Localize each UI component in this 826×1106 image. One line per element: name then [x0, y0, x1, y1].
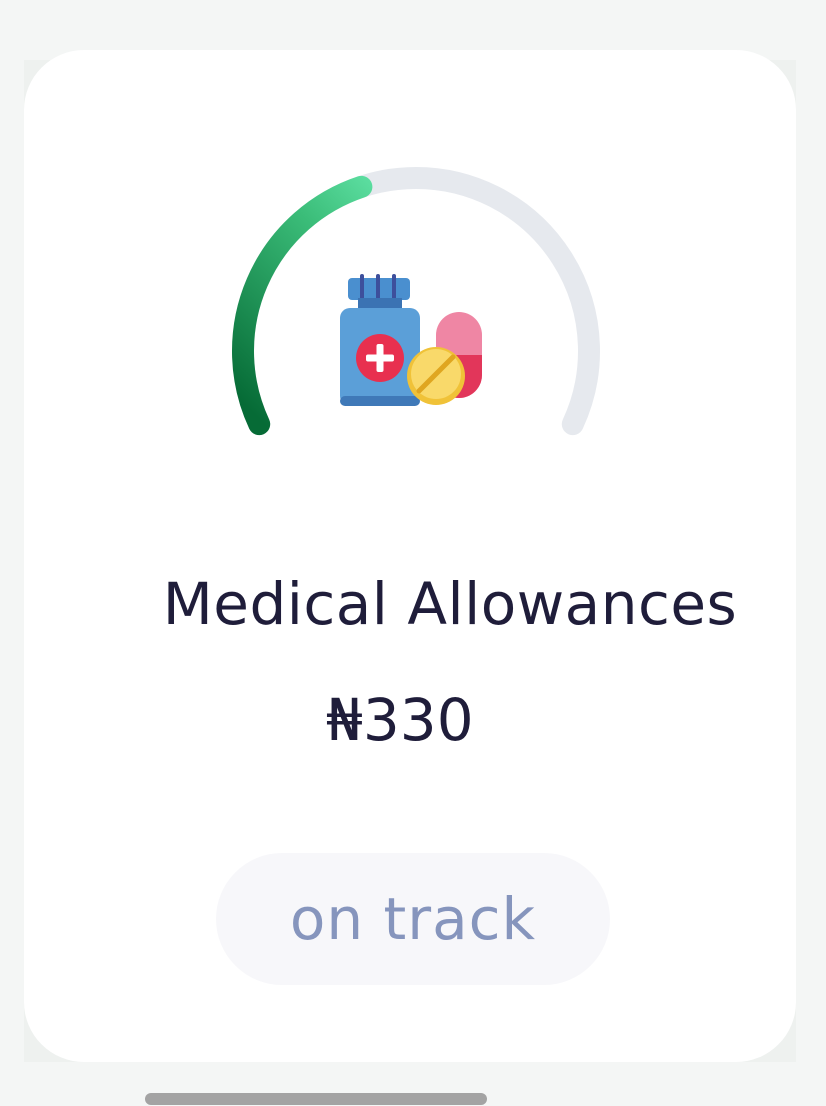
status-label: on track — [289, 885, 537, 953]
medicine-icon — [340, 274, 482, 406]
allowance-title: Medical Allowances — [162, 570, 738, 638]
horizontal-scrollbar[interactable] — [145, 1093, 487, 1105]
status-badge: on track — [216, 853, 610, 985]
allowance-amount: ₦330 — [326, 686, 474, 754]
